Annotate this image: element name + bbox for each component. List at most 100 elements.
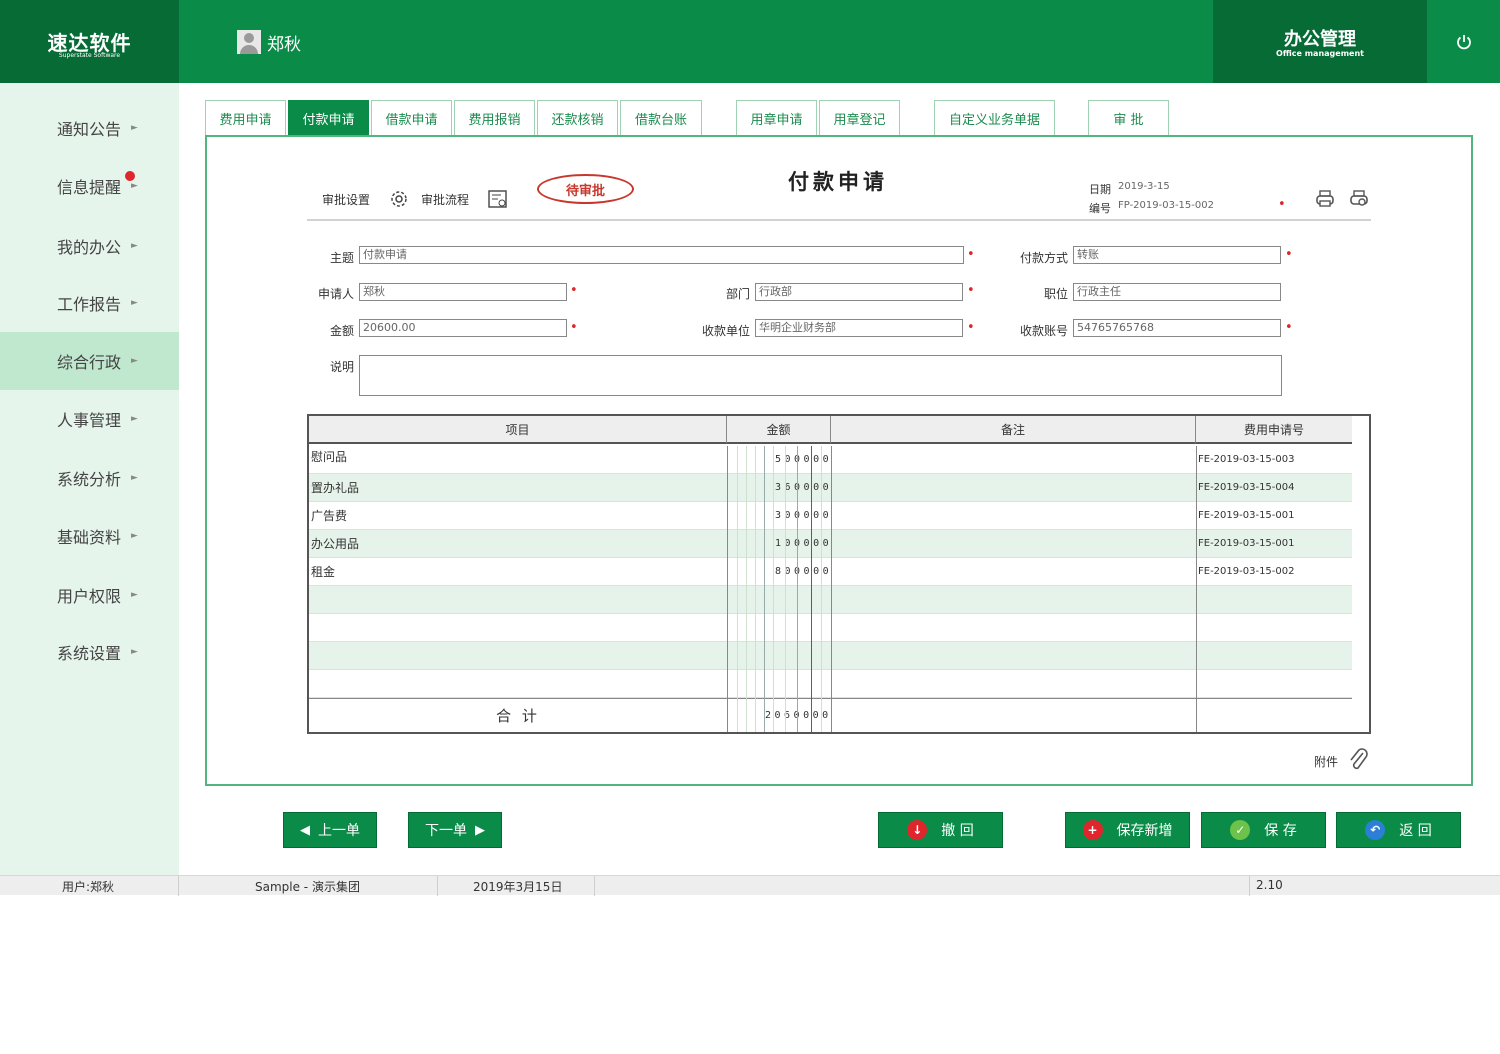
back-button-label: 返 回: [1399, 823, 1432, 839]
tab-repayment[interactable]: 还款核销: [537, 100, 618, 135]
save-new-button[interactable]: + 保存新增: [1065, 812, 1190, 848]
item-cell: 租金: [311, 565, 336, 579]
column-divider: [1196, 446, 1197, 732]
applicant-field[interactable]: 郑秋: [359, 283, 567, 301]
item-cell: 慰问品: [311, 450, 348, 464]
subject-field[interactable]: 付款申请: [359, 246, 964, 264]
tab-loan-request[interactable]: 借款申请: [371, 100, 452, 135]
item-cell: 广告费: [311, 509, 348, 523]
sidebar-item-admin[interactable]: 综合行政 ►: [0, 332, 179, 390]
sidebar-item-notice[interactable]: 通知公告 ►: [0, 99, 179, 157]
current-user[interactable]: 郑秋: [237, 30, 301, 55]
sidebar-item-permissions[interactable]: 用户权限 ►: [0, 566, 179, 624]
arrow-left-icon: ◀: [300, 822, 310, 838]
save-button[interactable]: ✓ 保 存: [1201, 812, 1326, 848]
sidebar-item-analysis[interactable]: 系统分析 ►: [0, 449, 179, 507]
tab-custom-document[interactable]: 自定义业务单据: [934, 100, 1055, 135]
sidebar: 通知公告 ► 信息提醒 ► 我的办公 ► 工作报告 ► 综合行政 ► 人事管理 ► 系统分析…: [0, 83, 179, 875]
chevron-right-icon: ►: [131, 647, 138, 657]
user-avatar-icon: [237, 30, 261, 54]
request-no-cell: FE-2019-03-15-002: [1198, 566, 1295, 577]
required-mark: •: [967, 320, 975, 335]
amount-cell: 100000: [775, 538, 833, 549]
number-label: 编号: [1089, 202, 1111, 215]
column-header-remark[interactable]: 备注: [831, 416, 1196, 444]
payee-field[interactable]: 华明企业财务部: [755, 319, 963, 337]
flow-chart-icon[interactable]: [487, 188, 509, 214]
module-title: 办公管理: [1284, 29, 1356, 50]
status-divider: [437, 876, 438, 896]
sidebar-item-work-report[interactable]: 工作报告 ►: [0, 274, 179, 332]
sidebar-item-settings[interactable]: 系统设置 ►: [0, 623, 179, 681]
status-company: Sample - 演示集团: [255, 880, 360, 894]
gear-icon[interactable]: [388, 188, 410, 214]
required-mark: •: [1278, 197, 1286, 212]
print-preview-icon[interactable]: [1347, 187, 1371, 215]
logo-subtitle: Superstate Software: [58, 52, 121, 59]
subject-label: 主题: [329, 251, 354, 265]
status-date: 2019年3月15日: [473, 880, 563, 894]
tab-expense-request[interactable]: 费用申请: [205, 100, 286, 135]
digit-line: [737, 446, 738, 732]
number-value: FP-2019-03-15-002: [1118, 200, 1214, 211]
note-field[interactable]: [359, 355, 1282, 396]
sidebar-item-reminder[interactable]: 信息提醒 ►: [0, 157, 179, 215]
save-new-button-label: 保存新增: [1116, 823, 1173, 839]
required-mark: •: [967, 283, 975, 298]
arrow-right-icon: ▶: [475, 822, 485, 838]
digit-line: [746, 446, 747, 732]
paperclip-icon[interactable]: [1346, 747, 1370, 777]
sidebar-item-base-data[interactable]: 基础资料 ►: [0, 507, 179, 565]
digit-line: [785, 446, 786, 732]
account-field[interactable]: 54765765768: [1073, 319, 1281, 337]
dept-field[interactable]: 行政部: [755, 283, 963, 301]
chevron-right-icon: ►: [131, 356, 138, 366]
sidebar-item-my-office[interactable]: 我的办公 ►: [0, 217, 179, 275]
amount-field[interactable]: 20600.00: [359, 319, 567, 337]
request-no-cell: FE-2019-03-15-003: [1198, 454, 1295, 465]
approval-settings-label[interactable]: 审批设置: [322, 191, 370, 208]
required-mark: •: [1285, 247, 1293, 262]
amount-label: 金额: [329, 324, 354, 338]
tab-payment-request[interactable]: 付款申请: [288, 100, 369, 135]
digit-line: [764, 446, 765, 732]
chevron-right-icon: ►: [131, 590, 138, 600]
print-icon[interactable]: [1313, 187, 1337, 215]
note-label: 说明: [329, 360, 354, 374]
pay-method-field[interactable]: 转账: [1073, 246, 1281, 264]
sidebar-item-label: 信息提醒: [57, 178, 122, 197]
approval-flow-label[interactable]: 审批流程: [421, 191, 469, 208]
module-title-box: 办公管理 Office management: [1213, 0, 1427, 83]
dept-label: 部门: [725, 287, 750, 301]
tab-expense-reimburse[interactable]: 费用报销: [454, 100, 535, 135]
revoke-button[interactable]: ↓ 撤 回: [878, 812, 1003, 848]
payee-label: 收款单位: [701, 324, 750, 338]
power-icon[interactable]: [1450, 28, 1478, 56]
total-label: 合 计: [496, 707, 540, 725]
sidebar-item-label: 系统设置: [57, 644, 122, 663]
status-user: 用户:郑秋: [62, 880, 115, 894]
user-name: 郑秋: [267, 34, 301, 55]
next-button[interactable]: 下一单 ▶: [408, 812, 502, 848]
chevron-right-icon: ►: [131, 473, 138, 483]
sidebar-item-hr[interactable]: 人事管理 ►: [0, 390, 179, 448]
chevron-right-icon: ►: [131, 531, 138, 541]
position-field[interactable]: 行政主任: [1073, 283, 1281, 301]
column-header-request-no[interactable]: 费用申请号: [1196, 416, 1352, 444]
tab-seal-register[interactable]: 用章登记: [819, 100, 900, 135]
form-title: 付款申请: [788, 169, 888, 194]
amount-cell: 300000: [775, 510, 833, 521]
tab-loan-ledger[interactable]: 借款台账: [620, 100, 702, 135]
column-header-amount[interactable]: 金额: [727, 416, 831, 444]
column-divider: [727, 446, 728, 732]
required-mark: •: [570, 320, 578, 335]
attachment-label[interactable]: 附件: [1314, 753, 1338, 770]
tab-seal-request[interactable]: 用章申请: [736, 100, 817, 135]
prev-button[interactable]: ◀ 上一单: [283, 812, 377, 848]
column-header-item[interactable]: 项目: [309, 416, 727, 444]
back-button[interactable]: ↶ 返 回: [1336, 812, 1461, 848]
request-no-cell: FE-2019-03-15-004: [1198, 482, 1295, 493]
status-divider: [1249, 876, 1250, 896]
tab-approval[interactable]: 审 批: [1088, 100, 1169, 135]
next-button-label: 下一单: [425, 823, 467, 839]
